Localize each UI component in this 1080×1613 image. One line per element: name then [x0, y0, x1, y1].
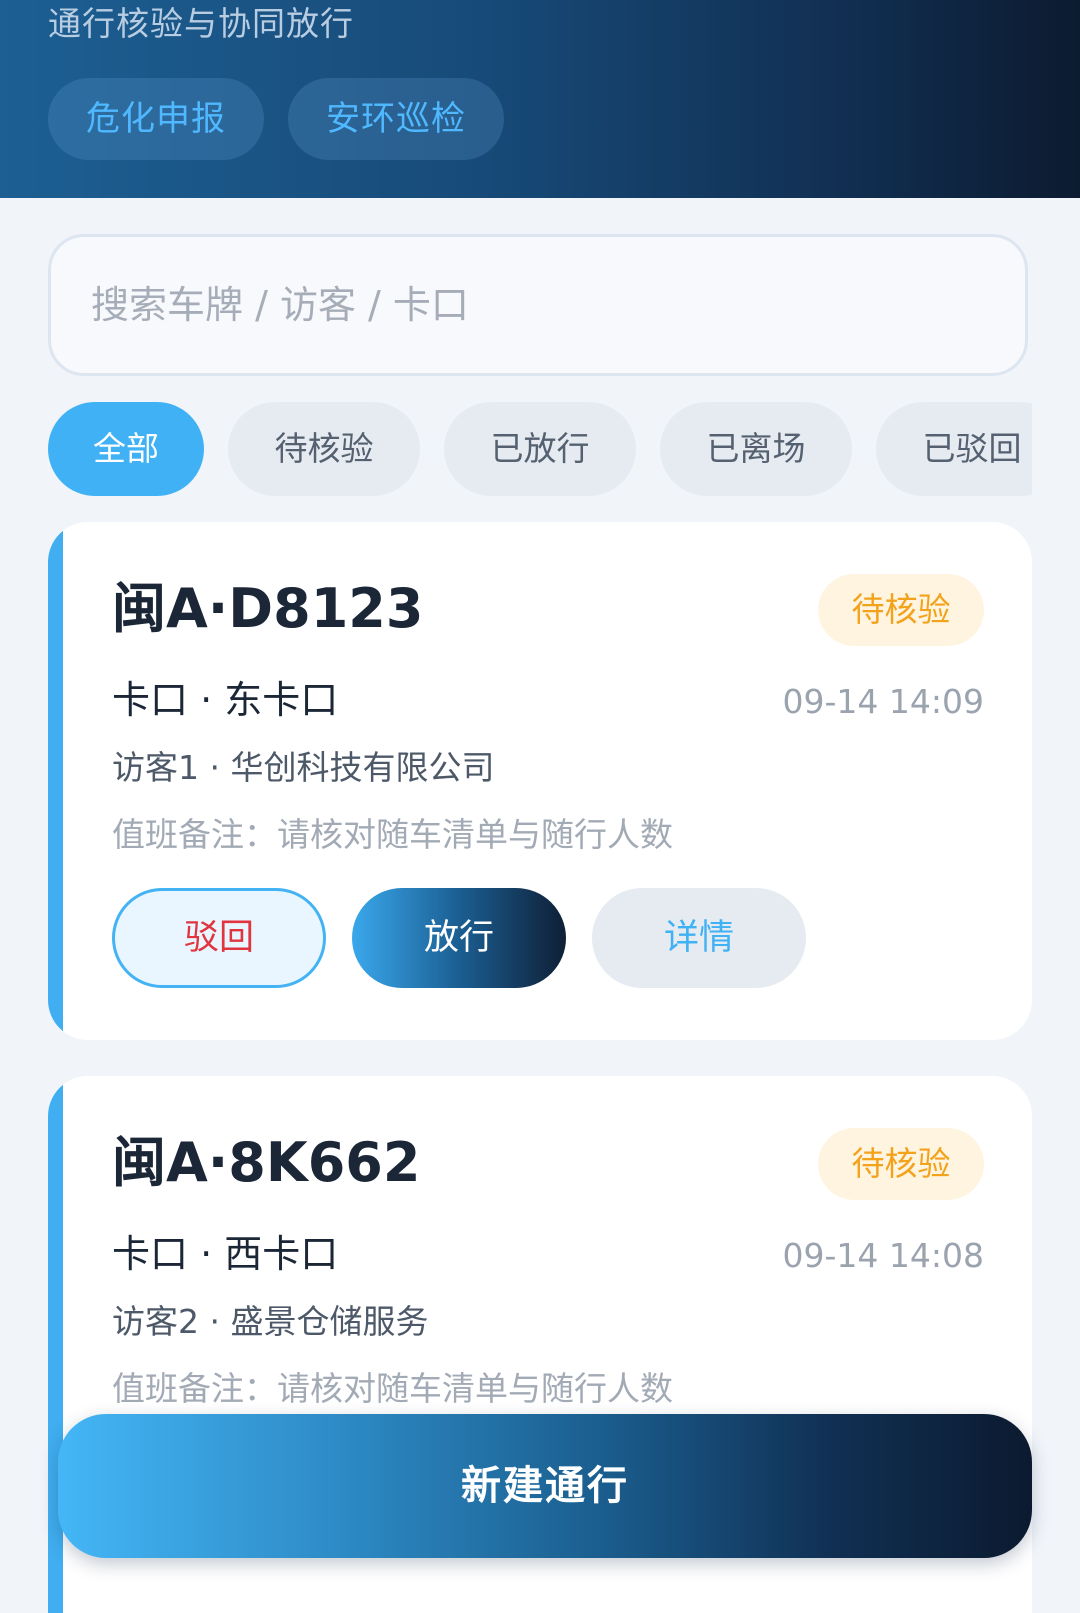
duty-note: 值班备注：请核对随车清单与随行人数	[112, 815, 673, 854]
app-header: 通行核验与协同放行 危化申报 安环巡检	[0, 0, 1080, 198]
record-time: 09-14 14:09	[782, 682, 984, 721]
pass-record-card[interactable]: 闽A·D8123 待核验 卡口 · 东卡口 09-14 14:09 访客1 · …	[48, 522, 1032, 1040]
card-accent-bar	[48, 1076, 63, 1613]
plate-number: 闽A·8K662	[112, 1131, 421, 1194]
gate-label: 卡口 · 东卡口	[112, 678, 339, 722]
filter-tab-all[interactable]: 全部	[48, 402, 204, 496]
hazmat-report-chip[interactable]: 危化申报	[48, 78, 264, 160]
filter-tab-pending[interactable]: 待核验	[228, 402, 420, 496]
search-input[interactable]	[91, 237, 991, 373]
detail-button[interactable]: 详情	[592, 888, 806, 988]
plate-number: 闽A·D8123	[112, 577, 424, 640]
status-badge: 待核验	[818, 574, 984, 646]
gate-label: 卡口 · 西卡口	[112, 1232, 339, 1276]
new-pass-button[interactable]: 新建通行	[58, 1414, 1032, 1558]
record-time: 09-14 14:08	[782, 1236, 984, 1275]
filter-tab-released[interactable]: 已放行	[444, 402, 636, 496]
card-accent-bar	[48, 522, 63, 1040]
release-button[interactable]: 放行	[352, 888, 566, 988]
status-filter-tabs: 全部 待核验 已放行 已离场 已驳回	[48, 402, 1032, 498]
duty-note: 值班备注：请核对随车清单与随行人数	[112, 1369, 673, 1408]
header-subtitle: 通行核验与协同放行	[48, 4, 354, 43]
visitor-company: 访客1 · 华创科技有限公司	[112, 748, 495, 787]
visitor-company: 访客2 · 盛景仓储服务	[112, 1302, 429, 1341]
filter-tab-departed[interactable]: 已离场	[660, 402, 852, 496]
filter-tab-rejected[interactable]: 已驳回	[876, 402, 1032, 496]
search-box[interactable]	[48, 234, 1028, 376]
safety-patrol-chip[interactable]: 安环巡检	[288, 78, 504, 160]
status-badge: 待核验	[818, 1128, 984, 1200]
reject-button[interactable]: 驳回	[112, 888, 326, 988]
